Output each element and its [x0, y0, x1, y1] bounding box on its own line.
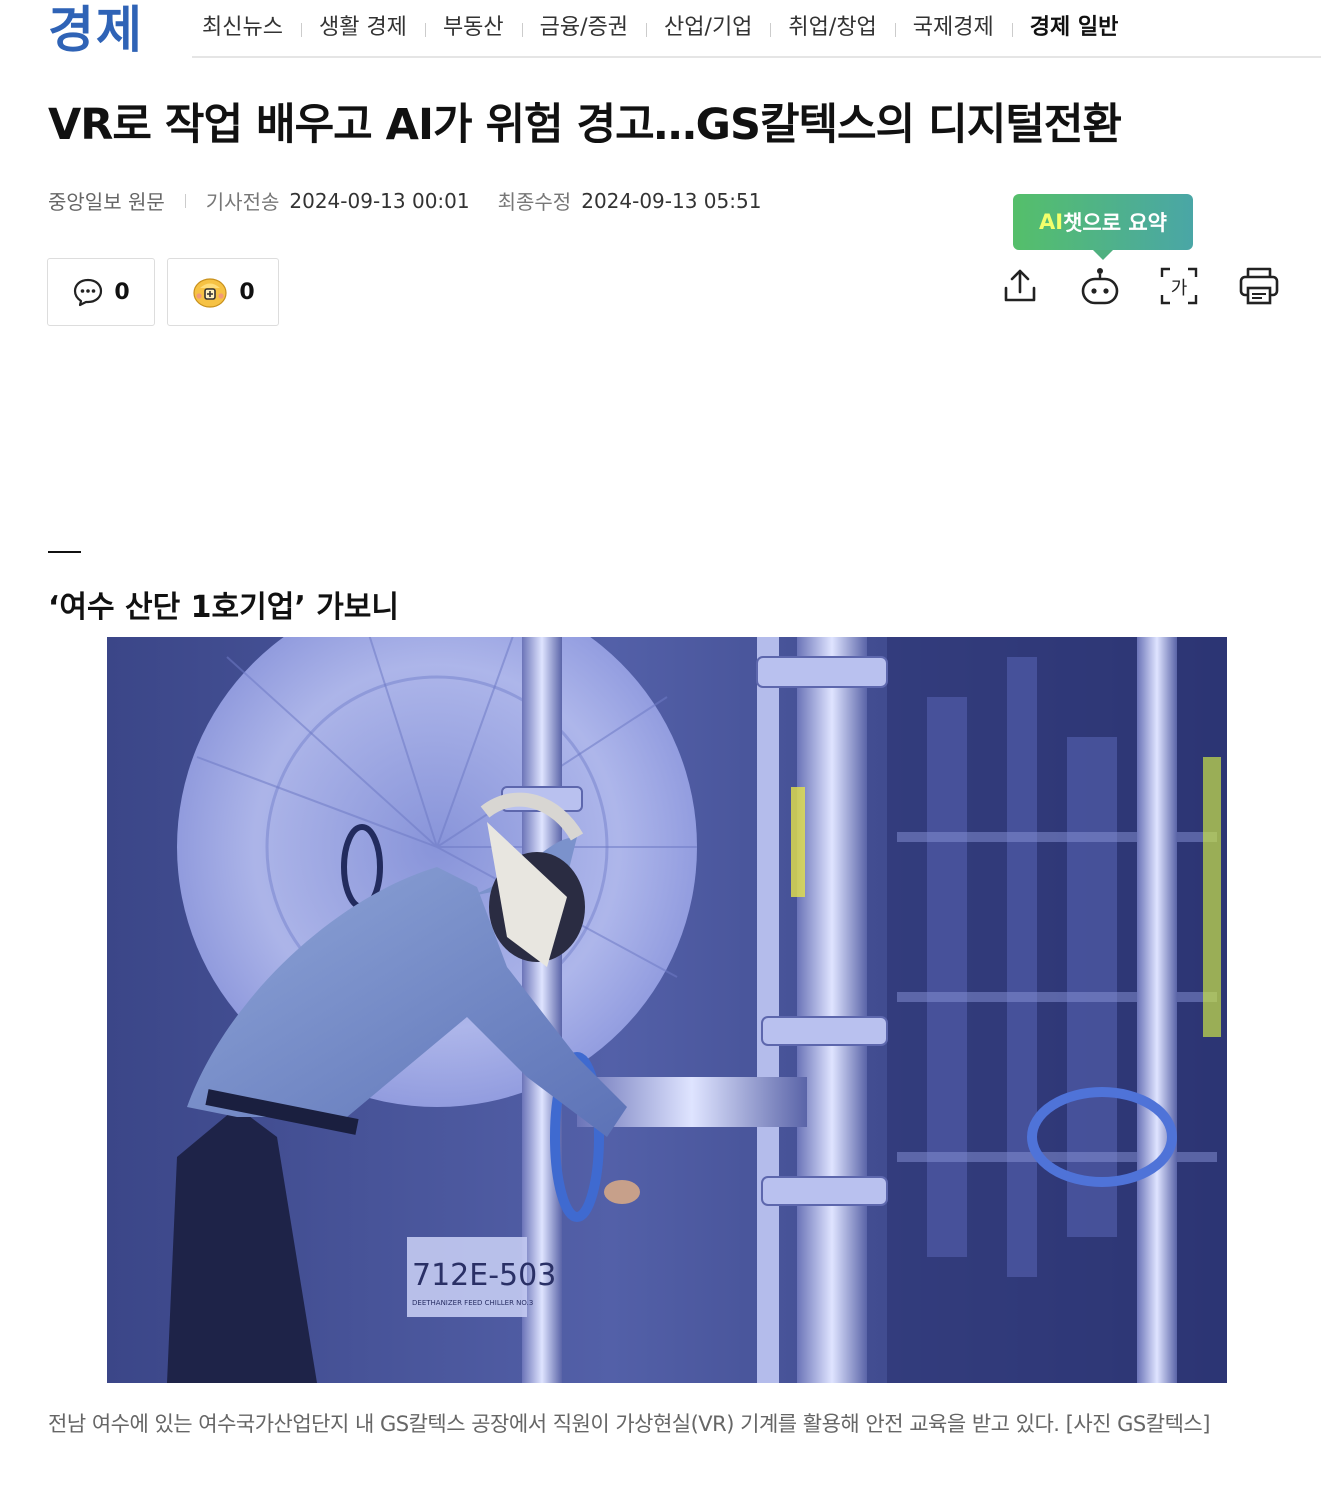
like-button[interactable]: 0	[167, 258, 279, 326]
equipment-sublabel: DEETHANIZER FEED CHILLER NO.3	[412, 1299, 533, 1307]
likes-count: 0	[239, 279, 255, 305]
printer-icon	[1237, 264, 1281, 308]
ai-summary-label: 챗으로 요약	[1063, 211, 1167, 235]
nav-item[interactable]: 산업/기업	[646, 13, 770, 43]
nav-item[interactable]: 경제 일반	[1011, 13, 1137, 43]
font-size-icon: 가	[1158, 265, 1200, 307]
nav-item[interactable]: 부동산	[424, 13, 522, 43]
comments-count: 0	[114, 279, 130, 305]
nav-item[interactable]: 금융/증권	[521, 13, 646, 43]
robot-icon	[1079, 265, 1121, 307]
category-nav: 최신뉴스 생활 경제 부동산 금융/증권 산업/기업 취업/창업 국제경제 경제 일반	[192, 0, 1321, 58]
sent-label: 기사전송	[205, 190, 280, 214]
ai-summary-tooltip[interactable]: AI 챗으로 요약	[1013, 194, 1193, 260]
source-link[interactable]: 중앙일보 원문	[48, 186, 165, 215]
font-size-button[interactable]: 가	[1155, 262, 1203, 310]
article-subheading: ‘여수 산단 1호기업’ 가보니	[48, 590, 399, 625]
comment-bubble-icon	[72, 277, 104, 307]
article-headline: VR로 작업 배우고 AI가 위험 경고…GS칼텍스의 디지털전환	[48, 100, 1122, 150]
section-title[interactable]: 경제	[48, 0, 144, 60]
article-photo: 712E-503 DEETHANIZER FEED CHILLER NO.3	[107, 637, 1227, 1383]
print-button[interactable]	[1235, 262, 1283, 310]
modified-time: 2024-09-13 05:51	[581, 188, 762, 213]
subheading-divider	[48, 551, 81, 553]
nav-item[interactable]: 취업/창업	[770, 13, 894, 43]
nav-item[interactable]: 최신뉴스	[202, 13, 301, 43]
sent-time: 2024-09-13 00:01	[289, 188, 470, 213]
equipment-label: 712E-503	[412, 1258, 556, 1293]
ai-chat-button[interactable]	[1076, 262, 1124, 310]
meta-divider	[184, 193, 186, 208]
share-icon	[1000, 266, 1040, 306]
ai-summary-accent: AI	[1039, 210, 1064, 234]
nav-item[interactable]: 국제경제	[894, 13, 1012, 43]
reaction-face-icon	[191, 275, 229, 309]
svg-text:가: 가	[1171, 278, 1188, 299]
modified-label: 최종수정	[497, 190, 572, 214]
comments-button[interactable]: 0	[47, 258, 155, 326]
share-button[interactable]	[996, 262, 1044, 310]
photo-caption: 전남 여수에 있는 여수국가산업단지 내 GS칼텍스 공장에서 직원이 가상현실…	[48, 1412, 1210, 1436]
nav-item[interactable]: 생활 경제	[300, 13, 425, 43]
article-meta: 중앙일보 원문 기사전송 2024-09-13 00:01 최종수정 2024-…	[48, 186, 761, 215]
